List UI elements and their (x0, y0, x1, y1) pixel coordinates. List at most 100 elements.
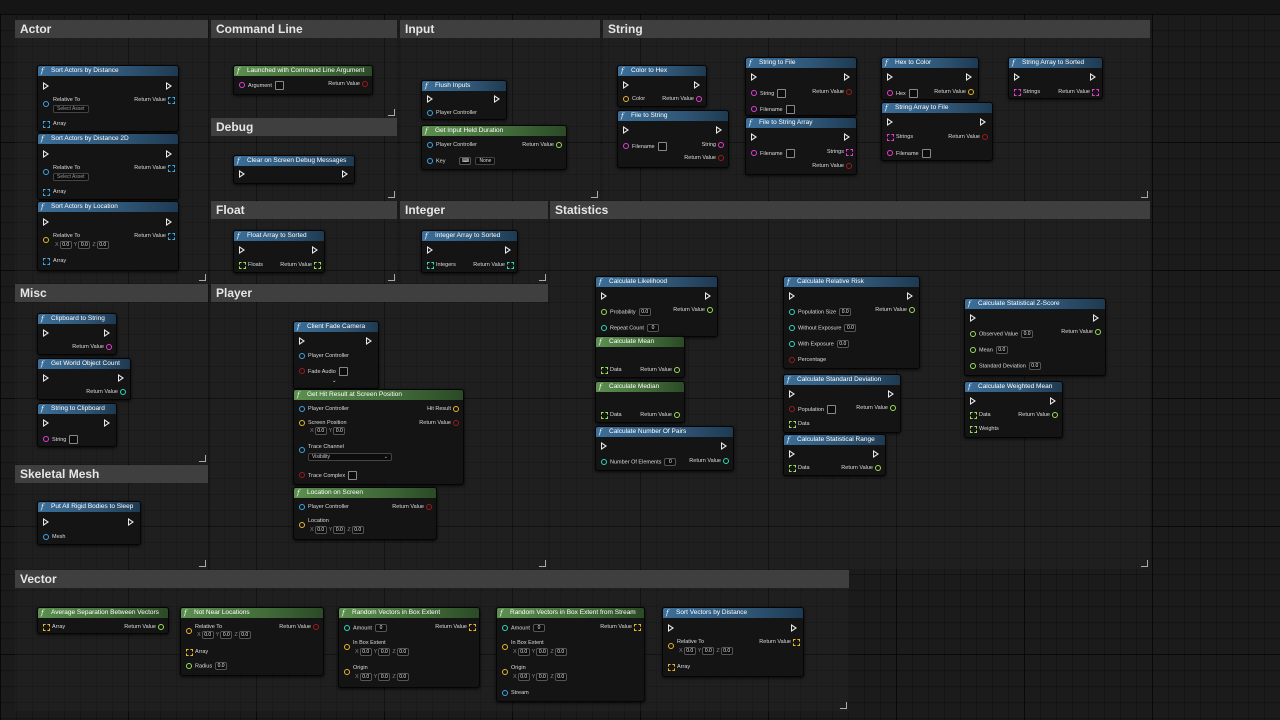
value-field[interactable]: 0 (374, 624, 387, 632)
data-pin-icon[interactable] (186, 663, 192, 669)
vector-z-field[interactable]: 0.0 (238, 631, 251, 639)
exec-pin-icon[interactable] (623, 126, 629, 134)
data-pin-icon[interactable] (601, 309, 607, 315)
data-pin-icon[interactable] (909, 307, 915, 313)
data-pin-icon[interactable] (426, 504, 432, 510)
exec-pin-icon[interactable] (312, 246, 318, 254)
exec-pin-icon[interactable] (970, 314, 976, 322)
node-title[interactable]: f Calculate Likelihood (596, 277, 717, 287)
exec-pin-icon[interactable] (166, 82, 172, 90)
exec-pin-icon[interactable] (751, 73, 757, 81)
node-title[interactable]: f Sort Actors by Location (38, 202, 178, 212)
node-string-to-clipboard[interactable]: f String to Clipboard String (37, 403, 117, 447)
value-field[interactable]: 0.0 (215, 662, 228, 670)
checkbox[interactable] (777, 89, 787, 98)
exec-pin-icon[interactable] (104, 419, 110, 427)
node-file-to-string[interactable]: f File to String Filename String Return Valu… (617, 110, 729, 168)
exec-pin-icon[interactable] (887, 73, 893, 81)
array-pin-icon[interactable] (887, 134, 894, 141)
vector-x-field[interactable]: 0.0 (59, 241, 72, 249)
value-field[interactable]: 0.0 (995, 346, 1008, 354)
array-pin-icon[interactable] (1092, 89, 1099, 96)
node-title[interactable]: f Calculate Number Of Pairs (596, 427, 733, 437)
exec-pin-icon[interactable] (873, 450, 879, 458)
exec-pin-icon[interactable] (43, 518, 49, 526)
exec-pin-icon[interactable] (494, 95, 500, 103)
exec-pin-icon[interactable] (505, 246, 511, 254)
vector-y-field[interactable]: 0.0 (378, 673, 391, 681)
array-pin-icon[interactable] (1014, 89, 1021, 96)
node-float-array-to-sorted[interactable]: f Float Array to Sorted Floats Return Value (233, 230, 325, 273)
exec-pin-icon[interactable] (166, 218, 172, 226)
select-asset-dropdown[interactable]: Select Asset (53, 173, 89, 181)
node-title[interactable]: f Random Vectors in Box Extent from Strea… (497, 608, 644, 618)
data-pin-icon[interactable] (299, 368, 305, 374)
exec-pin-icon[interactable] (239, 246, 245, 254)
data-pin-icon[interactable] (427, 142, 433, 148)
exec-pin-icon[interactable] (1050, 397, 1056, 405)
key-dropdown[interactable]: None (475, 157, 496, 166)
checkbox[interactable] (827, 405, 836, 414)
data-pin-icon[interactable] (344, 644, 350, 650)
array-pin-icon[interactable] (789, 465, 796, 472)
node-flush-inputs[interactable]: f Flush Inputs Player Controller (421, 80, 507, 120)
array-pin-icon[interactable] (507, 262, 514, 269)
exec-pin-icon[interactable] (342, 170, 348, 178)
data-pin-icon[interactable] (556, 142, 562, 148)
exec-pin-icon[interactable] (299, 337, 305, 345)
data-pin-icon[interactable] (623, 96, 629, 102)
node-title[interactable]: f String Array to Sorted (1009, 58, 1102, 68)
node-sort-actors-by-distance-2d[interactable]: f Sort Actors by Distance 2D Relative To Re… (37, 133, 179, 200)
exec-pin-icon[interactable] (789, 390, 795, 398)
array-pin-icon[interactable] (601, 367, 608, 374)
exec-pin-icon[interactable] (844, 133, 850, 141)
resize-grip-icon[interactable] (1141, 191, 1148, 198)
vector-y-field[interactable]: 0.0 (220, 631, 233, 639)
exec-pin-icon[interactable] (694, 81, 700, 89)
data-pin-icon[interactable] (789, 325, 795, 331)
node-calculate-weighted-mean[interactable]: f Calculate Weighted Mean Data Return Value… (964, 381, 1063, 438)
data-pin-icon[interactable] (299, 472, 305, 478)
exec-pin-icon[interactable] (427, 246, 433, 254)
checkbox[interactable] (785, 105, 795, 114)
resize-grip-icon[interactable] (591, 191, 598, 198)
data-pin-icon[interactable] (789, 406, 795, 412)
exec-pin-icon[interactable] (43, 329, 49, 337)
data-pin-icon[interactable] (970, 347, 976, 353)
vector-z-field[interactable]: 0.0 (396, 673, 409, 681)
vector-y-field[interactable]: 0.0 (333, 427, 346, 435)
node-title[interactable]: f Color to Hex (618, 66, 706, 76)
exec-pin-icon[interactable] (716, 126, 722, 134)
checkbox[interactable] (657, 142, 667, 151)
data-pin-icon[interactable] (502, 625, 508, 631)
vector-z-field[interactable]: 0.0 (720, 647, 733, 655)
node-title[interactable]: f Calculate Statistical Z-Score (965, 299, 1105, 309)
vector-z-field[interactable]: 0.0 (96, 241, 109, 249)
node-file-to-string-array[interactable]: f File to String Array Filename Strings Retu… (745, 117, 857, 175)
vector-y-field[interactable]: 0.0 (78, 241, 91, 249)
exec-pin-icon[interactable] (970, 397, 976, 405)
resize-grip-icon[interactable] (539, 274, 546, 281)
exec-pin-icon[interactable] (427, 95, 433, 103)
exec-pin-icon[interactable] (907, 292, 913, 300)
vector-y-field[interactable]: 0.0 (536, 648, 549, 656)
data-pin-icon[interactable] (718, 142, 724, 148)
data-pin-icon[interactable] (723, 458, 729, 464)
data-pin-icon[interactable] (299, 353, 305, 359)
array-pin-icon[interactable] (168, 165, 175, 172)
array-pin-icon[interactable] (314, 262, 321, 269)
node-average-separation-between-vectors[interactable]: f Average Separation Between Vectors Array… (37, 607, 169, 634)
data-pin-icon[interactable] (186, 628, 192, 634)
array-pin-icon[interactable] (186, 649, 193, 656)
data-pin-icon[interactable] (453, 406, 459, 412)
data-pin-icon[interactable] (106, 344, 112, 350)
vector-x-field[interactable]: 0.0 (314, 427, 327, 435)
data-pin-icon[interactable] (789, 357, 795, 363)
array-pin-icon[interactable] (239, 262, 246, 269)
node-title[interactable]: f Clipboard to String (38, 314, 116, 324)
node-title[interactable]: f Sort Actors by Distance 2D (38, 134, 178, 144)
data-pin-icon[interactable] (968, 89, 974, 95)
vector-x-field[interactable]: 0.0 (517, 648, 530, 656)
exec-pin-icon[interactable] (705, 292, 711, 300)
data-pin-icon[interactable] (299, 522, 305, 528)
